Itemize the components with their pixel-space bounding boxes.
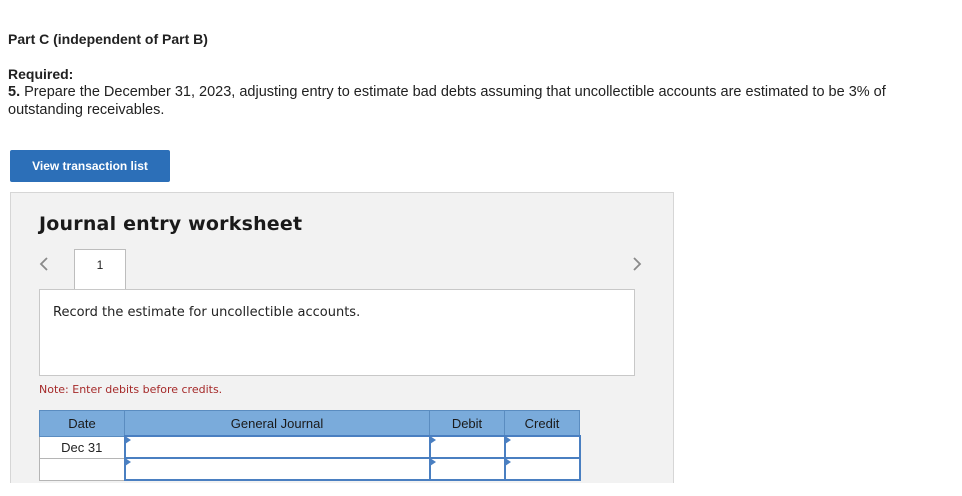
view-transaction-list-button[interactable]: View transaction list xyxy=(10,150,170,182)
general-journal-input[interactable] xyxy=(123,457,431,481)
header-debit: Debit xyxy=(429,410,505,437)
debit-input[interactable] xyxy=(428,457,506,481)
table-row: Dec 31 xyxy=(39,435,581,459)
entry-description-box: Record the estimate for uncollectible ac… xyxy=(39,289,635,376)
table-row xyxy=(39,457,581,481)
debit-input[interactable] xyxy=(428,435,506,459)
question: 5. Prepare the December 31, 2023, adjust… xyxy=(8,83,953,119)
question-number: 5. xyxy=(8,84,21,100)
header-credit: Credit xyxy=(504,410,580,437)
table-header-row: Date General Journal Debit Credit xyxy=(39,410,580,437)
required-label: Required: xyxy=(8,66,74,82)
entry-description: Record the estimate for uncollectible ac… xyxy=(53,305,361,320)
chevron-right-icon[interactable] xyxy=(630,256,644,272)
general-journal-input[interactable] xyxy=(123,435,431,459)
date-cell: Dec 31 xyxy=(39,435,125,459)
header-date: Date xyxy=(39,410,125,437)
journal-entry-worksheet: Journal entry worksheet 1 Record the est… xyxy=(10,192,674,483)
date-cell xyxy=(39,457,125,481)
part-title: Part C (independent of Part B) xyxy=(8,31,208,47)
entry-note: Note: Enter debits before credits. xyxy=(39,383,223,396)
header-general-journal: General Journal xyxy=(124,410,430,437)
credit-input[interactable] xyxy=(503,457,581,481)
journal-table: Date General Journal Debit Credit Dec 31 xyxy=(39,410,581,481)
tab-entry-1[interactable]: 1 xyxy=(74,249,126,290)
chevron-left-icon[interactable] xyxy=(37,256,51,272)
question-text: Prepare the December 31, 2023, adjusting… xyxy=(8,84,886,118)
worksheet-title: Journal entry worksheet xyxy=(39,213,303,235)
credit-input[interactable] xyxy=(503,435,581,459)
